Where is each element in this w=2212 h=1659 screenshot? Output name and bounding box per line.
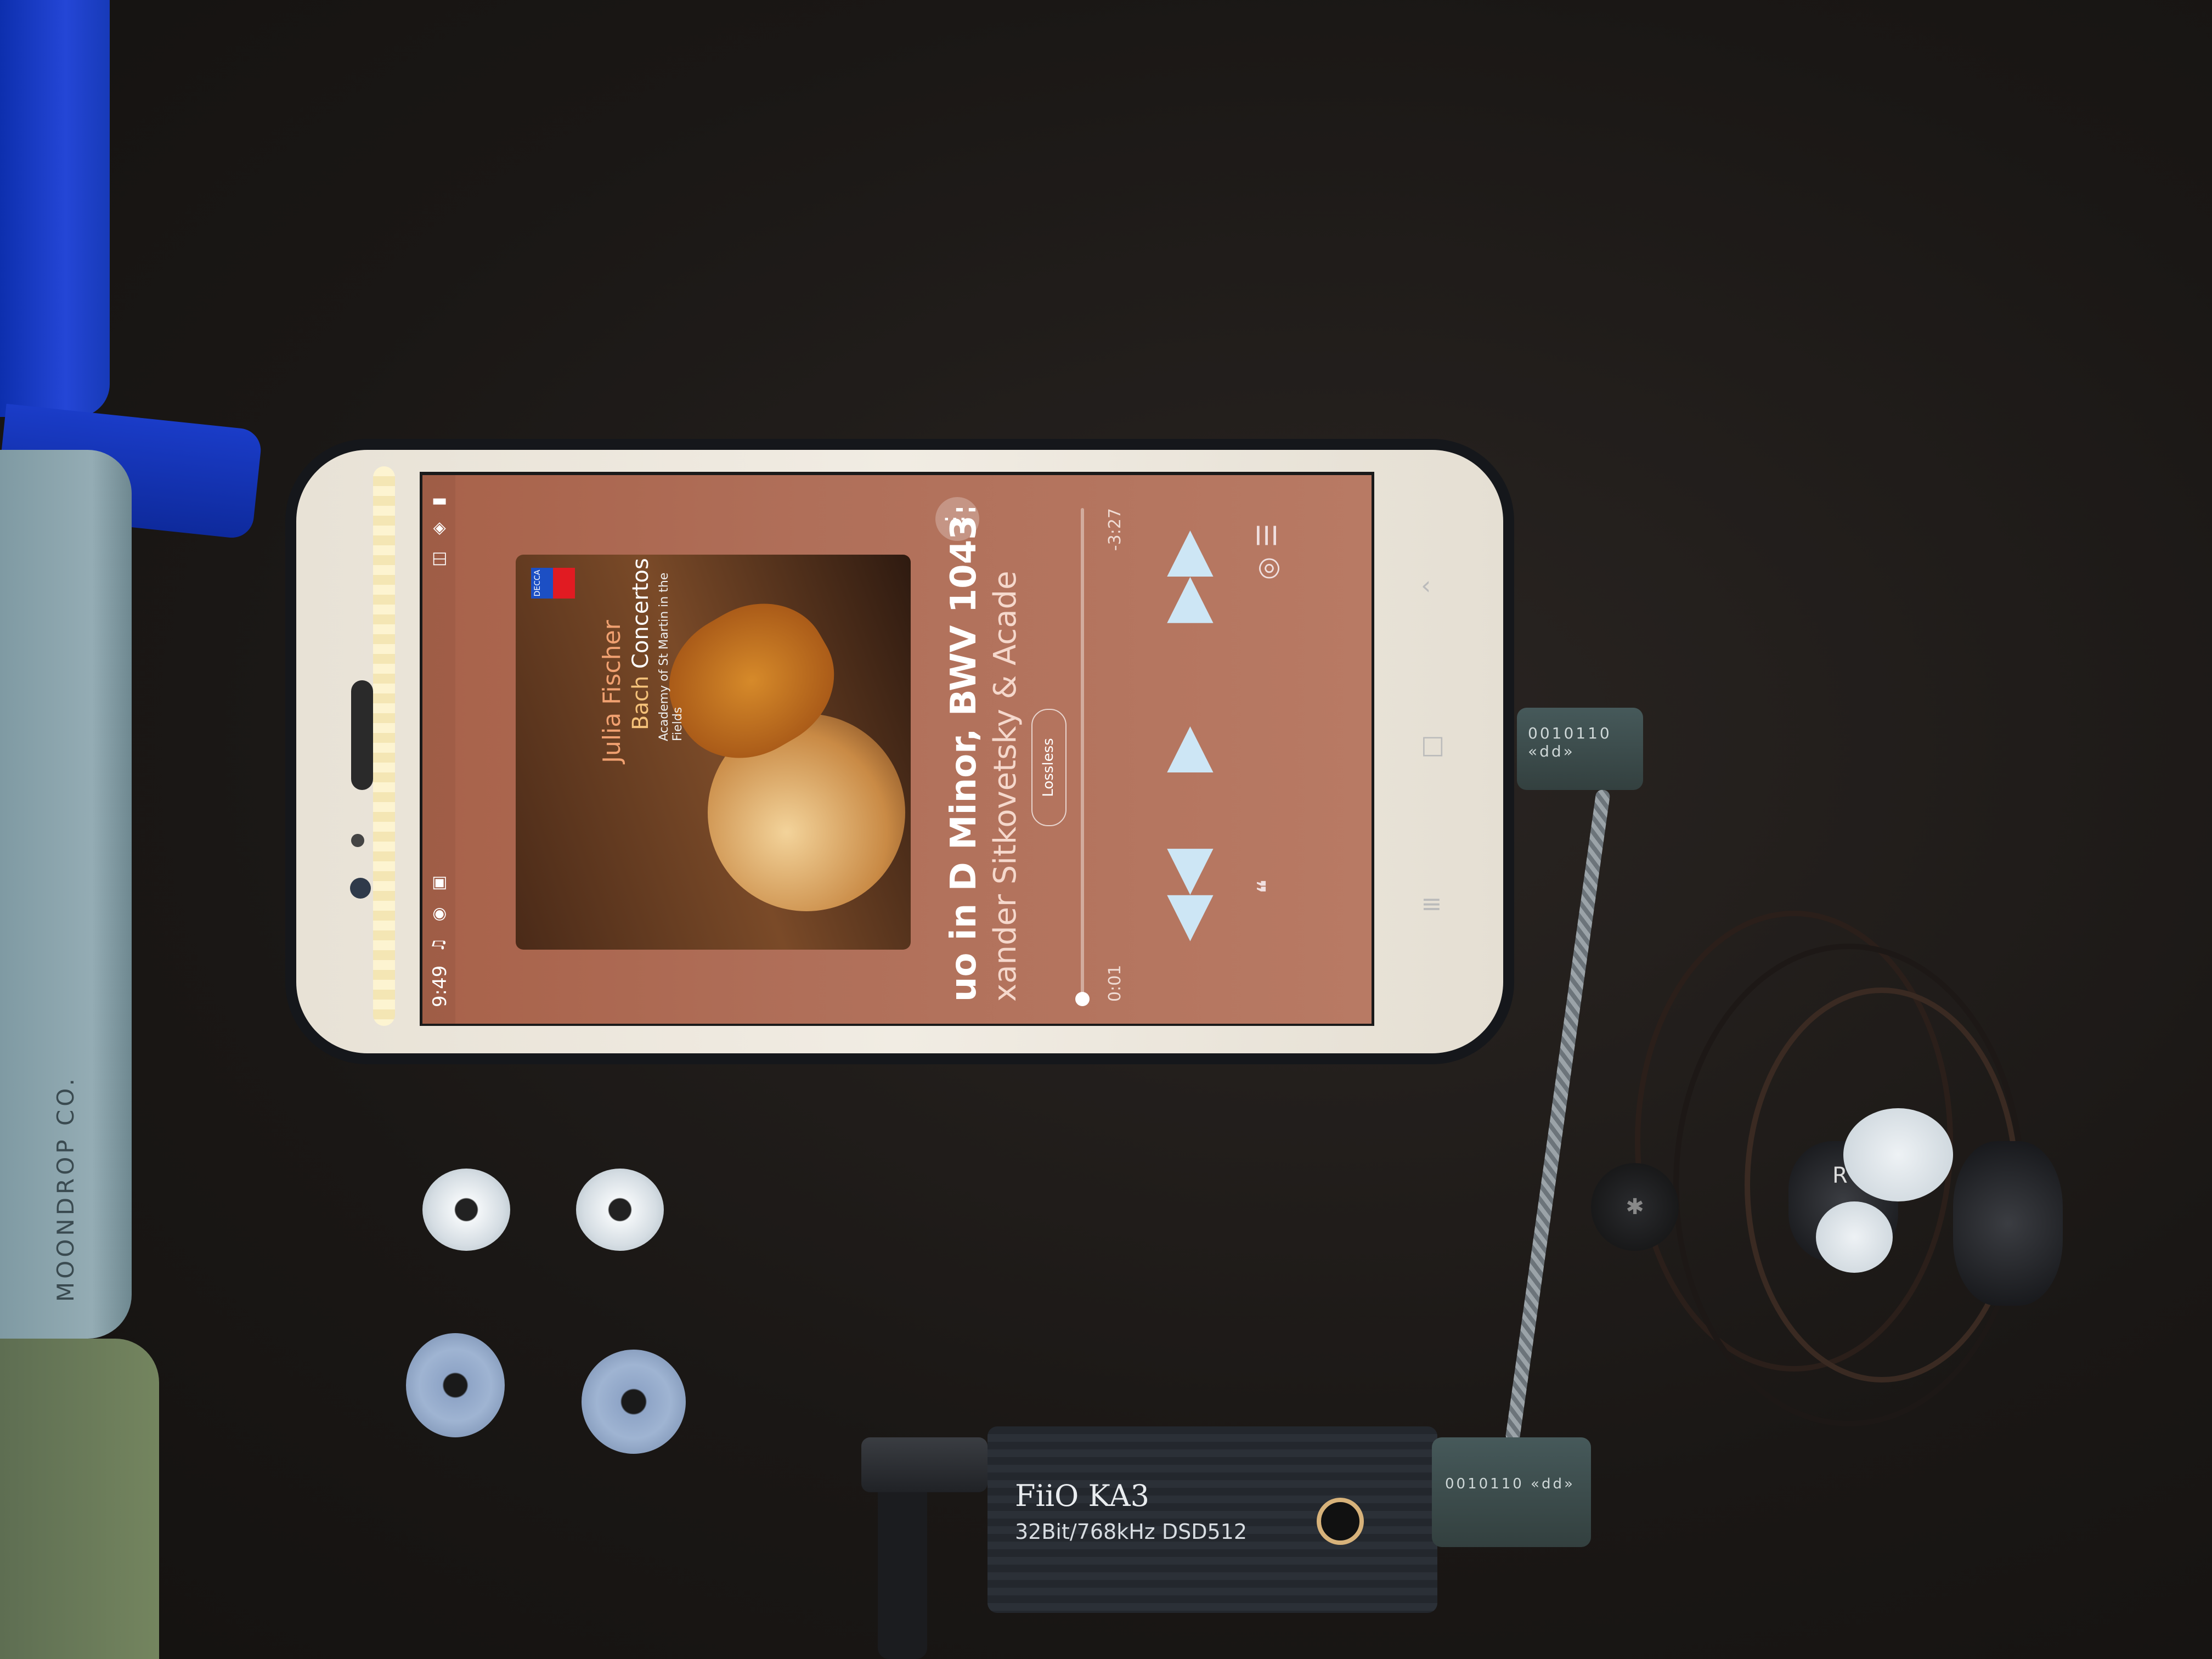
music-player-app: 9:49 ♫ ◉ ▣ ◫ ◈ ▮ DECCA Julia Fischer Bac… bbox=[422, 475, 1372, 1024]
lyrics-icon[interactable]: ❝ bbox=[1245, 865, 1289, 909]
track-title: uo in D Minor, BWV 1043: I bbox=[944, 508, 984, 1002]
play-button[interactable]: ▶ bbox=[1150, 716, 1220, 782]
previous-track-button[interactable]: ◀◀ bbox=[1150, 849, 1220, 941]
back-key[interactable]: ‹ bbox=[1421, 571, 1431, 600]
case-brand: MOONDROP CO. bbox=[52, 1075, 79, 1302]
next-track-button[interactable]: ▶▶ bbox=[1150, 531, 1220, 623]
usb-plug-print: 0010110 «dd» bbox=[1528, 724, 1612, 760]
fiio-ka3-dongle: FiiO KA3 32Bit/768kHz DSD512 bbox=[988, 1426, 1437, 1613]
ear-tip-white bbox=[422, 1169, 510, 1251]
phone-earpiece bbox=[351, 680, 373, 790]
elapsed-time: 0:01 bbox=[1105, 964, 1125, 1002]
dongle-brand: FiiO KA3 bbox=[1015, 1479, 1149, 1513]
decca-label: DECCA bbox=[533, 569, 542, 597]
ear-tip-blue bbox=[582, 1350, 686, 1454]
lossless-badge[interactable]: Lossless bbox=[1031, 709, 1066, 826]
album-work: Bach Concertos bbox=[628, 558, 653, 730]
3.5mm-plug bbox=[861, 1437, 988, 1492]
album-composer: Bach bbox=[628, 675, 653, 730]
blue-pouch bbox=[0, 0, 110, 417]
dongle-spec: 32Bit/768kHz DSD512 bbox=[1015, 1520, 1247, 1544]
desk-scene: MOONDROP CO. 9:49 ♫ ◉ ▣ ◫ ◈ ▮ DECCA Juli… bbox=[0, 0, 2212, 1659]
album-art: DECCA Julia Fischer Bach Concertos Acade… bbox=[516, 555, 911, 950]
playback-scrubber[interactable] bbox=[1075, 508, 1090, 1007]
track-artist: xander Sitkovetsky & Acade bbox=[988, 571, 1023, 1002]
ear-tip-white bbox=[576, 1169, 664, 1251]
status-bar: 9:49 ♫ ◉ ▣ ◫ ◈ ▮ bbox=[422, 475, 455, 1024]
ear-tip-blue bbox=[406, 1333, 505, 1437]
menu-key[interactable]: ≡ bbox=[1421, 889, 1442, 918]
status-left-icons: ♫ ◉ ▣ bbox=[429, 870, 448, 953]
album-ensemble: Academy of St Martin in the Fields bbox=[657, 572, 685, 741]
more-options-button[interactable]: ⋮ bbox=[935, 497, 979, 541]
left-earphone bbox=[1953, 1141, 2063, 1306]
grey-carrying-case: MOONDROP CO. bbox=[0, 450, 132, 1339]
usb-c-plug: 0010110 «dd» bbox=[1517, 708, 1643, 790]
scrubber-knob[interactable] bbox=[1075, 992, 1090, 1007]
earphone-tip bbox=[1816, 1201, 1893, 1273]
phone-sensor bbox=[351, 834, 364, 847]
braided-cable bbox=[1505, 789, 1611, 1443]
front-camera bbox=[350, 878, 371, 899]
decca-logo: DECCA bbox=[531, 568, 575, 599]
dongle-usb-plug: 0010110 «dd» bbox=[1432, 1437, 1591, 1547]
queue-icon[interactable]: ☰ bbox=[1245, 514, 1289, 557]
album-artist: Julia Fischer bbox=[598, 620, 626, 763]
dongle-plug-print: 0010110 «dd» bbox=[1445, 1476, 1575, 1492]
album-work-title: Concertos bbox=[628, 558, 653, 669]
status-time: 9:49 bbox=[429, 965, 451, 1007]
remaining-time: -3:27 bbox=[1105, 508, 1125, 551]
earphone-tip bbox=[1843, 1108, 1953, 1201]
light-reflection bbox=[373, 466, 395, 1026]
status-right-icons: ◫ ◈ ▮ bbox=[429, 492, 448, 567]
headphone-jack bbox=[1317, 1498, 1364, 1545]
green-case bbox=[0, 1339, 159, 1659]
home-key[interactable]: □ bbox=[1421, 730, 1444, 759]
cable-splitter: ✱ bbox=[1591, 1163, 1679, 1251]
dongle-cable bbox=[878, 1481, 927, 1659]
